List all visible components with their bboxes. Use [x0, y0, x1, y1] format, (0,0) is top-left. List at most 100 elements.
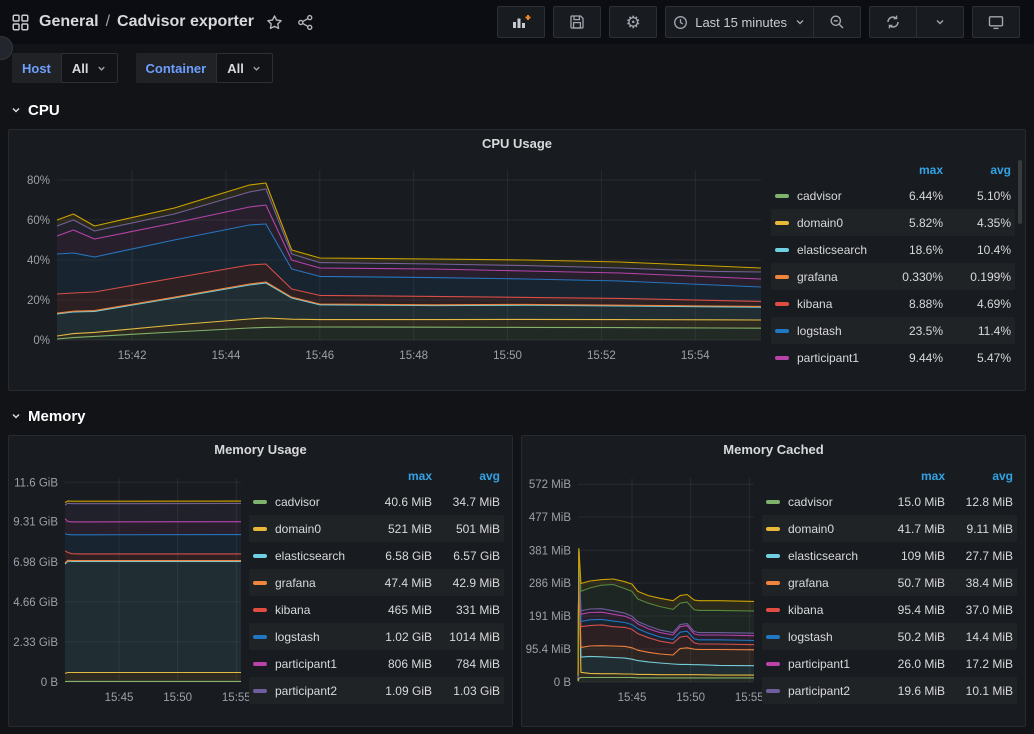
legend-series-name[interactable]: kibana [797, 297, 875, 311]
memory-cached-panel: Memory Cached 15:4515:5015:550 B95.4 MiB… [521, 435, 1026, 727]
y-axis-tick: 20% [27, 295, 50, 307]
panel-title[interactable]: Memory Cached [522, 436, 1025, 462]
legend-series-name[interactable]: participant1 [275, 657, 364, 671]
legend-swatch[interactable] [775, 329, 789, 333]
legend-series-name[interactable]: logstash [797, 324, 875, 338]
legend-series-name[interactable]: grafana [275, 576, 364, 590]
legend-series-name[interactable]: grafana [788, 576, 877, 590]
legend-series-name[interactable]: elasticsearch [275, 549, 364, 563]
legend-swatch[interactable] [775, 302, 789, 306]
legend-swatch[interactable] [253, 581, 267, 585]
legend-max-value: 95.4 MiB [877, 603, 945, 617]
legend-avg-value: 12.8 MiB [945, 495, 1013, 509]
legend-series-name[interactable]: participant2 [788, 684, 877, 698]
host-filter-value[interactable]: All [61, 53, 118, 83]
legend-series-name[interactable]: participant1 [788, 657, 877, 671]
legend-avg-value: 4.35% [943, 216, 1011, 230]
legend-swatch[interactable] [766, 662, 780, 666]
legend-swatch[interactable] [766, 608, 780, 612]
legend-series-name[interactable]: elasticsearch [788, 549, 877, 563]
legend-header-max[interactable]: max [364, 469, 432, 483]
legend-series-name[interactable]: elasticsearch [797, 243, 875, 257]
save-dashboard-button[interactable] [553, 6, 601, 38]
legend-max-value: 5.82% [875, 216, 943, 230]
legend-header-max[interactable]: max [877, 469, 945, 483]
time-range-picker[interactable]: Last 15 minutes [665, 6, 813, 38]
legend-swatch[interactable] [775, 275, 789, 279]
legend-swatch[interactable] [766, 500, 780, 504]
legend-swatch[interactable] [766, 554, 780, 558]
legend-swatch[interactable] [253, 662, 267, 666]
chevron-down-icon [96, 63, 107, 74]
top-navigation-bar: General / Cadvisor exporter [0, 0, 1034, 44]
legend-swatch[interactable] [766, 527, 780, 531]
legend-swatch[interactable] [766, 581, 780, 585]
breadcrumb-folder[interactable]: General [39, 13, 99, 31]
legend-header-avg[interactable]: avg [945, 469, 1013, 483]
legend-swatch[interactable] [775, 356, 789, 360]
y-axis-tick: 191 MiB [529, 611, 572, 623]
chevron-down-icon [10, 410, 22, 422]
row-toggle-cpu[interactable]: CPU [10, 97, 1026, 123]
legend-header-row: maxavg [771, 158, 1015, 182]
cycle-view-mode-button[interactable] [972, 6, 1020, 38]
legend-swatch[interactable] [775, 221, 789, 225]
legend-swatch[interactable] [766, 635, 780, 639]
legend-avg-value: 10.4% [943, 243, 1011, 257]
dashboards-grid-icon[interactable] [12, 14, 29, 31]
zoom-out-time-button[interactable] [813, 6, 861, 38]
share-dashboard-icon[interactable] [297, 14, 314, 31]
dashboard-settings-button[interactable]: ⚙ [609, 6, 657, 38]
legend-series-name[interactable]: grafana [797, 270, 875, 284]
y-axis-tick: 95.4 MiB [526, 644, 572, 656]
legend-series-name[interactable]: cadvisor [788, 495, 877, 509]
legend-series-name[interactable]: cadvisor [275, 495, 364, 509]
legend-avg-value: 5.10% [943, 189, 1011, 203]
refresh-button[interactable] [869, 6, 916, 38]
host-filter-label[interactable]: Host [12, 53, 61, 83]
legend-series-name[interactable]: cadvisor [797, 189, 875, 203]
y-axis-tick: 381 MiB [529, 545, 572, 557]
legend-header-avg[interactable]: avg [432, 469, 500, 483]
container-filter-label[interactable]: Container [136, 53, 217, 83]
legend-row: domain0521 MiB501 MiB [249, 515, 504, 542]
legend-row: grafana47.4 MiB42.9 MiB [249, 569, 504, 596]
legend-swatch[interactable] [775, 248, 789, 252]
memory-usage-chart[interactable]: 15:4515:5015:550 B2.33 GiB4.66 GiB6.98 G… [9, 462, 249, 714]
legend-row: cadvisor6.44%5.10% [771, 182, 1015, 209]
legend-swatch[interactable] [253, 554, 267, 558]
y-axis-tick: 11.6 GiB [14, 477, 58, 489]
legend-series-name[interactable]: participant2 [275, 684, 364, 698]
memory-cached-chart[interactable]: 15:4515:5015:550 B95.4 MiB191 MiB286 MiB… [522, 462, 762, 714]
legend-series-name[interactable]: logstash [275, 630, 364, 644]
legend-swatch[interactable] [766, 689, 780, 693]
legend-swatch[interactable] [253, 500, 267, 504]
chevron-down-icon [251, 63, 262, 74]
legend-header-max[interactable]: max [875, 163, 943, 177]
legend-series-name[interactable]: domain0 [788, 522, 877, 536]
legend-swatch[interactable] [253, 689, 267, 693]
legend-series-name[interactable]: logstash [788, 630, 877, 644]
row-toggle-memory[interactable]: Memory [10, 403, 1026, 429]
legend-swatch[interactable] [253, 608, 267, 612]
legend-scrollbar[interactable] [1018, 160, 1022, 224]
legend-series-name[interactable]: domain0 [275, 522, 364, 536]
legend-series-name[interactable]: domain0 [797, 216, 875, 230]
legend-series-name[interactable]: kibana [275, 603, 364, 617]
x-axis-tick: 15:55 [222, 692, 249, 704]
panel-title[interactable]: CPU Usage [9, 130, 1025, 156]
cpu-usage-chart[interactable]: 15:4215:4415:4615:4815:5015:5215:540%20%… [9, 156, 771, 384]
legend-swatch[interactable] [775, 194, 789, 198]
legend-series-name[interactable]: participant1 [797, 351, 875, 365]
container-filter-value[interactable]: All [216, 53, 273, 83]
panel-title[interactable]: Memory Usage [9, 436, 512, 462]
legend-max-value: 521 MiB [364, 522, 432, 536]
add-panel-button[interactable] [497, 6, 545, 38]
legend-swatch[interactable] [253, 527, 267, 531]
legend-header-avg[interactable]: avg [943, 163, 1011, 177]
legend-swatch[interactable] [253, 635, 267, 639]
legend-series-name[interactable]: kibana [788, 603, 877, 617]
legend-row: elasticsearch18.6%10.4% [771, 236, 1015, 263]
refresh-interval-dropdown[interactable] [916, 6, 964, 38]
star-dashboard-icon[interactable] [266, 14, 283, 31]
